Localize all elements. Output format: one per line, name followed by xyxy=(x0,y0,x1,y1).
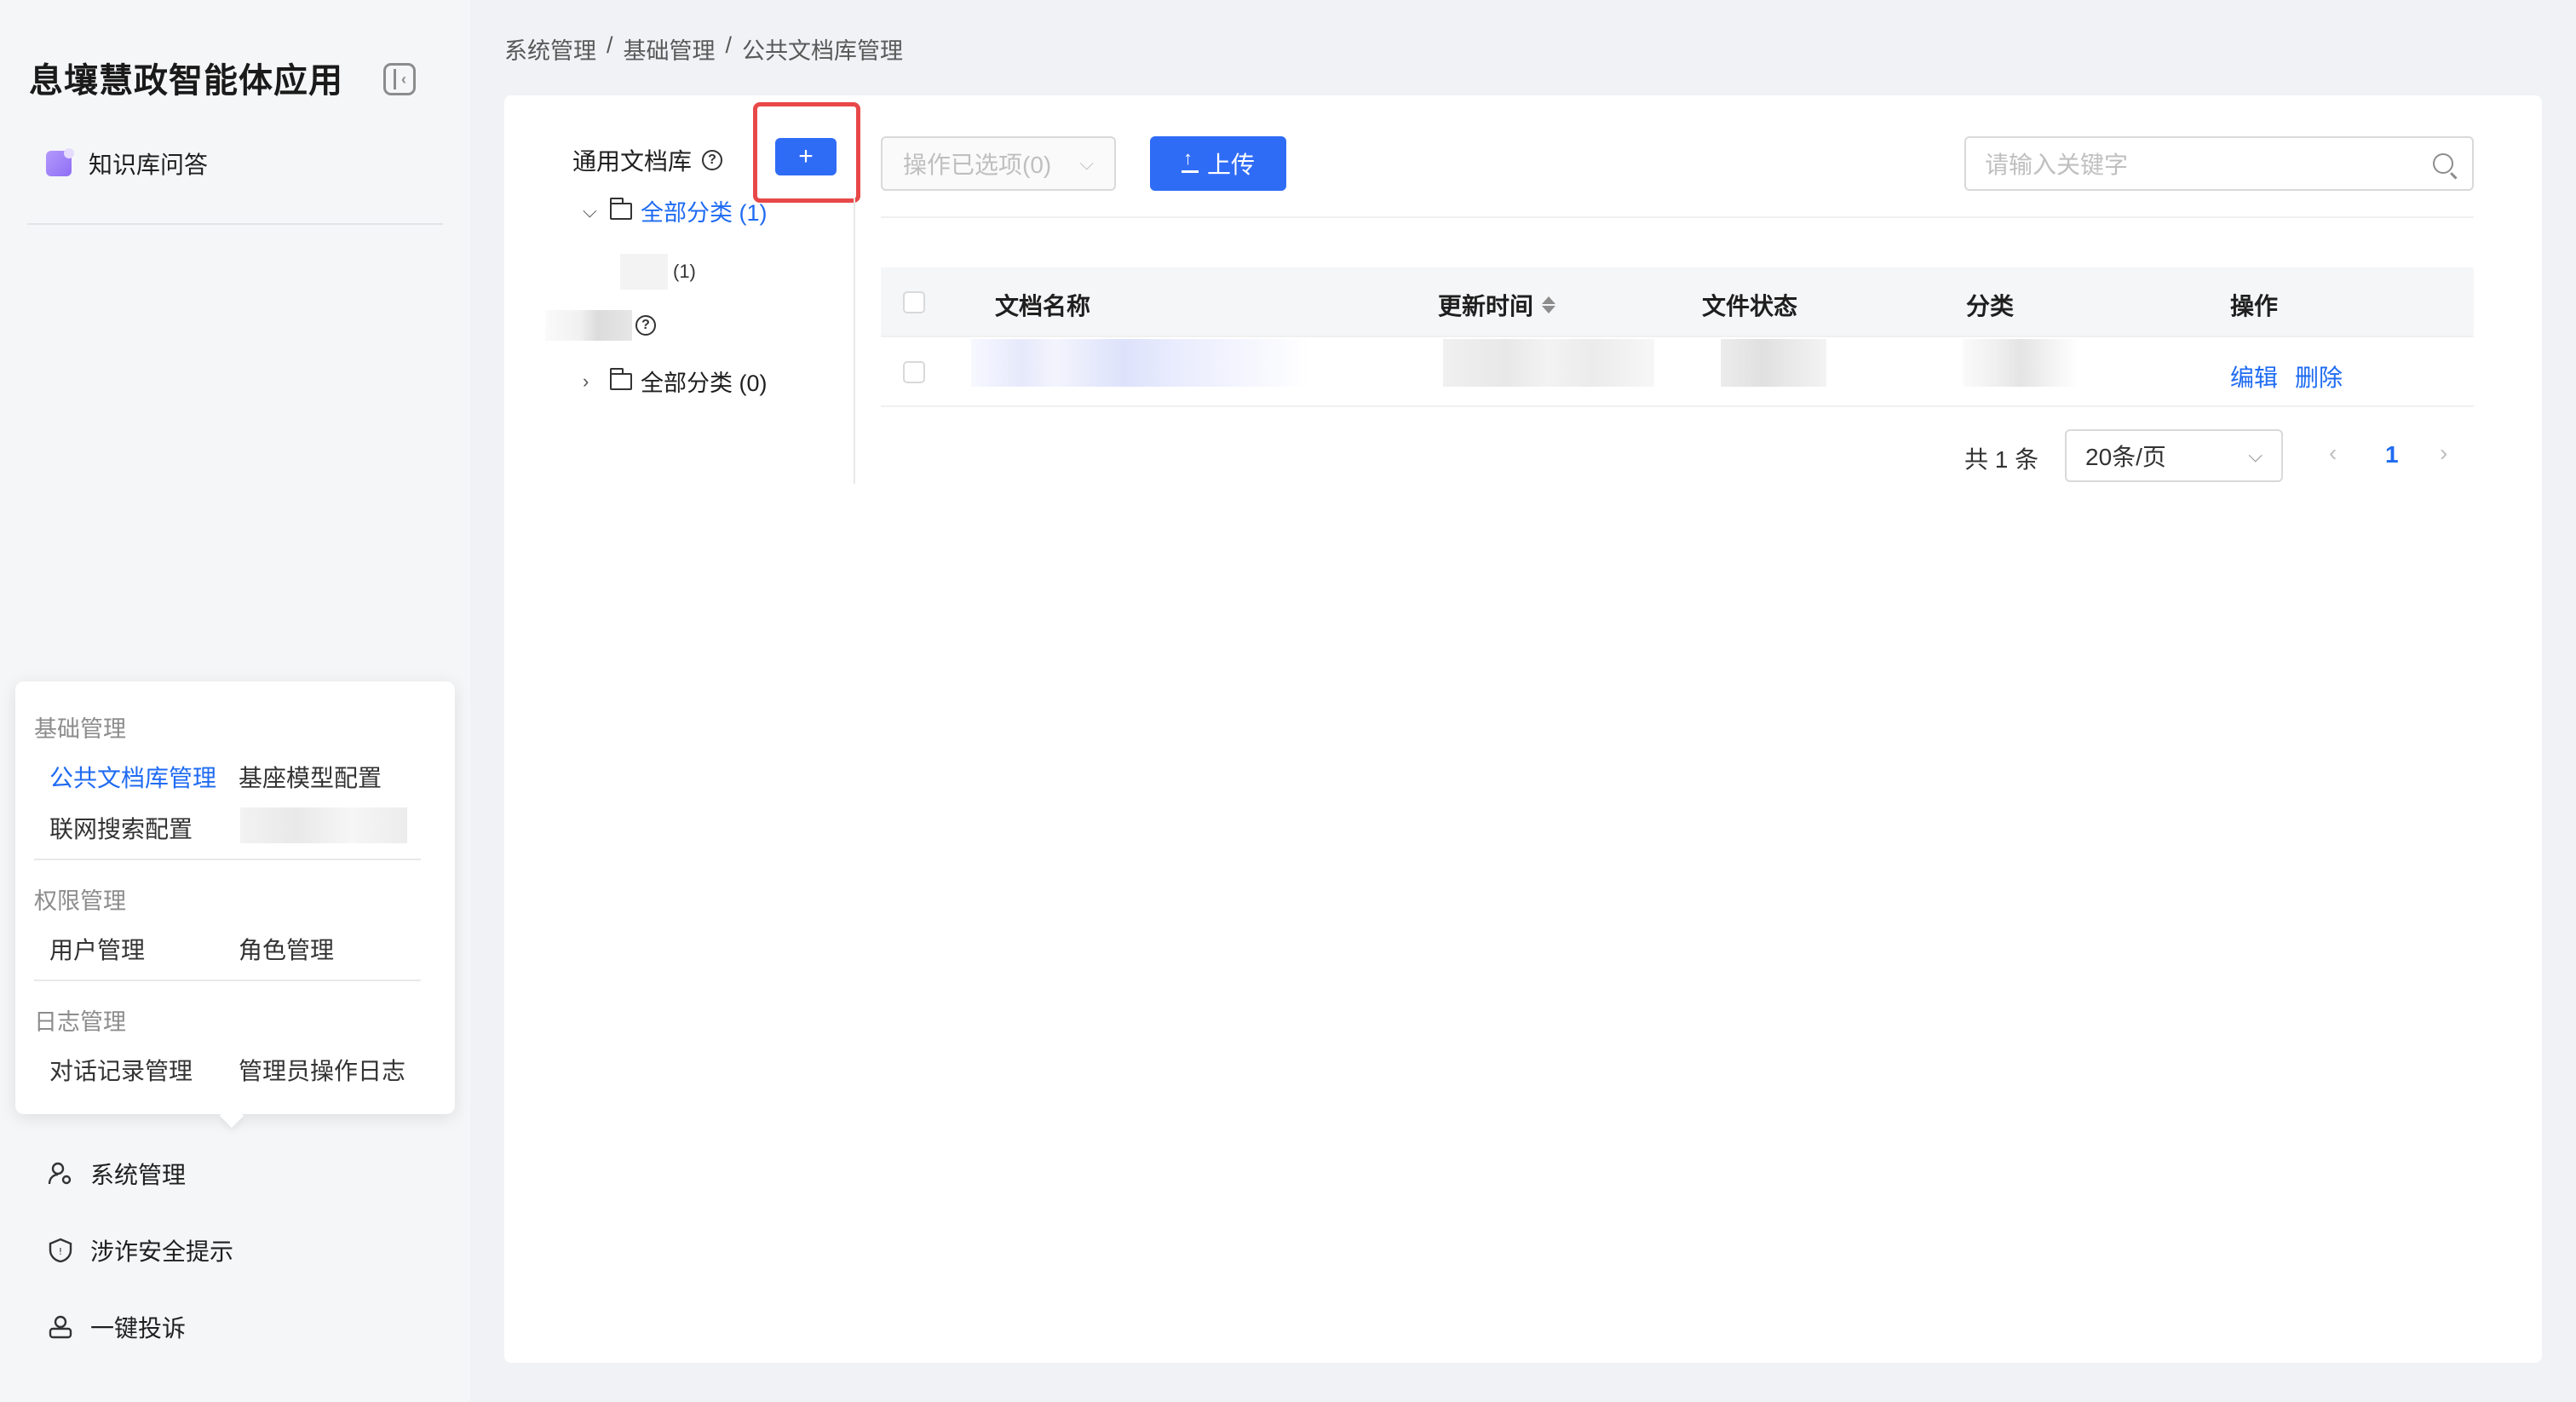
edit-button[interactable]: 编辑 xyxy=(2230,359,2278,394)
sidebar-item-complaint[interactable]: 一键投诉 xyxy=(48,1310,186,1344)
menu-item-public-doc-library[interactable]: 公共文档库管理 xyxy=(49,760,216,794)
menu-item-user-management[interactable]: 用户管理 xyxy=(49,932,145,966)
column-header-doc-name: 文档名称 xyxy=(995,293,1091,319)
redacted-menu-item[interactable] xyxy=(240,807,407,843)
help-icon[interactable]: ? xyxy=(635,315,656,336)
page-number-current[interactable]: 1 xyxy=(2385,441,2399,468)
column-header-file-status: 文件状态 xyxy=(1702,293,1798,319)
menu-item-web-search-config[interactable]: 联网搜索配置 xyxy=(49,811,193,845)
prev-page-icon[interactable]: ‹ xyxy=(2329,440,2337,467)
redacted-doc-name xyxy=(971,339,1310,387)
system-settings-icon xyxy=(48,1162,72,1185)
menu-group-log: 日志管理 xyxy=(34,1009,126,1035)
column-header-label: 更新时间 xyxy=(1438,293,1534,319)
breadcrumb-item[interactable]: 基础管理 xyxy=(624,32,716,66)
sidebar-item-label: 一键投诉 xyxy=(90,1315,187,1342)
shield-icon: ! xyxy=(49,1238,72,1263)
batch-operations-select[interactable]: 操作已选项(0) ⌵ xyxy=(881,136,1116,191)
upload-button[interactable]: 上传 xyxy=(1150,136,1286,191)
tree-node-label: 全部分类 (1) xyxy=(641,200,768,226)
sidebar-item-label: 知识库问答 xyxy=(89,152,209,178)
highlight-box xyxy=(753,102,860,203)
folder-icon xyxy=(609,367,632,390)
select-all-checkbox[interactable] xyxy=(903,291,925,313)
tree-title-label: 通用文档库 xyxy=(572,148,693,175)
sidebar-item-label: 系统管理 xyxy=(90,1162,187,1188)
sort-icon[interactable] xyxy=(1542,296,1556,313)
chevron-down-icon[interactable]: ⌵ xyxy=(583,200,601,222)
column-header-update-time[interactable]: 更新时间 xyxy=(1438,288,1556,322)
menu-group-basic: 基础管理 xyxy=(34,716,126,742)
pagination-total: 共 1 条 xyxy=(1964,446,2039,473)
tree-title: 通用文档库 ? xyxy=(572,143,723,177)
menu-divider xyxy=(34,980,421,981)
app-title: 息壤慧政智能体应用 xyxy=(29,62,343,100)
breadcrumb-item-current: 公共文档库管理 xyxy=(742,38,904,64)
sidebar-item-fraud-alert[interactable]: ! 涉诈安全提示 xyxy=(48,1233,233,1267)
redacted-tree-node[interactable] xyxy=(620,254,668,290)
menu-group-permission: 权限管理 xyxy=(34,888,126,914)
menu-item-role-management[interactable]: 角色管理 xyxy=(239,932,334,966)
tree-node-label: 全部分类 (0) xyxy=(641,371,768,396)
redacted-update-time xyxy=(1443,339,1654,387)
knowledge-base-icon xyxy=(46,148,74,176)
chevron-down-icon: ⌵ xyxy=(2248,445,2263,466)
breadcrumb-separator: / xyxy=(607,32,613,58)
tree-node-all-categories-2[interactable]: › 全部分类 (0) xyxy=(583,365,768,398)
complaint-icon xyxy=(49,1315,72,1339)
batch-operations-placeholder: 操作已选项(0) xyxy=(903,152,1052,178)
sidebar-divider xyxy=(27,223,443,225)
menu-item-admin-operation-log[interactable]: 管理员操作日志 xyxy=(239,1053,405,1087)
collapse-sidebar-icon[interactable]: ‹ xyxy=(383,63,416,95)
sidebar-item-knowledge-qa[interactable]: 知识库问答 xyxy=(46,147,208,181)
help-icon[interactable]: ? xyxy=(702,150,723,170)
page-size-value: 20条/页 xyxy=(2085,444,2166,470)
search-placeholder: 请输入关键字 xyxy=(1985,152,2129,178)
menu-item-base-model-config[interactable]: 基座模型配置 xyxy=(239,760,382,794)
toolbar-divider xyxy=(881,216,2474,218)
panel-divider xyxy=(854,198,855,484)
row-checkbox[interactable] xyxy=(903,361,925,383)
search-icon[interactable] xyxy=(2433,153,2453,174)
tree-node-all-categories[interactable]: ⌵ 全部分类 (1) xyxy=(583,194,768,227)
column-header-category: 分类 xyxy=(1966,293,2015,319)
redacted-category xyxy=(1963,339,2079,387)
delete-button[interactable]: 删除 xyxy=(2295,359,2343,394)
chevron-right-icon[interactable]: › xyxy=(583,371,601,393)
sidebar-item-label: 涉诈安全提示 xyxy=(90,1238,234,1265)
folder-icon xyxy=(609,197,632,220)
menu-divider xyxy=(34,859,421,860)
chevron-down-icon: ⌵ xyxy=(1079,152,1094,174)
column-header-actions: 操作 xyxy=(2230,293,2279,319)
menu-item-conversation-records[interactable]: 对话记录管理 xyxy=(49,1053,193,1087)
search-input[interactable]: 请输入关键字 xyxy=(1964,136,2474,191)
page-size-select[interactable]: 20条/页 ⌵ xyxy=(2065,429,2283,482)
sidebar-item-system-management[interactable]: 系统管理 xyxy=(48,1157,186,1191)
redacted-tree-title xyxy=(545,310,632,341)
tree-node-count: (1) xyxy=(673,261,696,282)
breadcrumb-separator: / xyxy=(725,32,733,58)
breadcrumb-item[interactable]: 系统管理 xyxy=(504,32,596,66)
upload-icon xyxy=(1181,147,1199,173)
redacted-file-status xyxy=(1721,339,1826,387)
next-page-icon[interactable]: › xyxy=(2440,440,2447,467)
upload-button-label: 上传 xyxy=(1206,152,1255,178)
breadcrumb: 系统管理 / 基础管理 / 公共文档库管理 xyxy=(504,32,903,66)
svg-text:!: ! xyxy=(59,1246,62,1257)
